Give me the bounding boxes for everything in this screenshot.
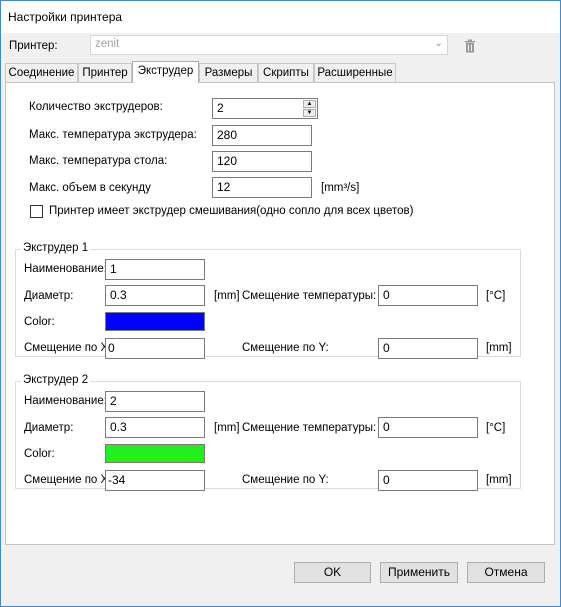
- apply-button[interactable]: Применить: [380, 562, 458, 583]
- tab-connection[interactable]: Соединение: [5, 63, 78, 82]
- tab-advanced[interactable]: Расширенные: [314, 63, 396, 82]
- extruder-2-temp-offset-label: Смещение температуры:: [242, 422, 377, 434]
- extruder-tab-panel: Количество экструдеров: 2 ▲ ▼ Макс. темп…: [5, 82, 555, 545]
- extruder-1-temp-unit: [°C]: [486, 290, 506, 302]
- extruder-1-name-label: Наименование:: [24, 263, 107, 275]
- extruder-2-name-input[interactable]: 2: [105, 391, 205, 412]
- tab-printer[interactable]: Принтер: [78, 63, 132, 82]
- extruder-2-offset-unit: [mm]: [486, 474, 512, 486]
- trash-icon[interactable]: [463, 39, 477, 53]
- spin-up-button[interactable]: ▲: [303, 100, 316, 108]
- printer-select[interactable]: zenit ⌄: [90, 35, 448, 55]
- max-volume-unit: [mm³/s]: [321, 182, 360, 194]
- tab-extruder[interactable]: Экструдер: [132, 61, 199, 83]
- mixing-extruder-checkbox[interactable]: [30, 205, 43, 218]
- extruder-1-group: Экструдер 1 Наименование: 1 Диаметр: 0.3…: [15, 242, 521, 359]
- extruder-2-offset-x-input[interactable]: -34: [105, 470, 205, 491]
- extruder-1-temp-offset-input[interactable]: 0: [378, 285, 478, 306]
- max-bed-temp-label: Макс. температура стола:: [29, 155, 168, 167]
- extruder-1-color-swatch[interactable]: [105, 312, 205, 331]
- spin-down-button[interactable]: ▼: [303, 109, 316, 117]
- tab-dimensions[interactable]: Размеры: [199, 63, 258, 82]
- extruder-1-diameter-unit: [mm]: [214, 290, 240, 302]
- extruder-1-offset-y-label: Смещение по Y:: [242, 342, 329, 354]
- extruder-count-value: 2: [217, 101, 224, 115]
- extruder-2-offset-x-label: Смещение по X:: [24, 474, 112, 486]
- max-bed-temp-input[interactable]: 120: [212, 151, 312, 172]
- chevron-down-icon[interactable]: ⌄: [435, 38, 443, 49]
- extruder-1-offset-y-input[interactable]: 0: [378, 338, 478, 359]
- window-title: Настройки принтера: [8, 10, 123, 24]
- extruder-2-name-label: Наименование:: [24, 395, 107, 407]
- extruder-2-color-swatch[interactable]: [105, 444, 205, 463]
- max-volume-input[interactable]: 12: [212, 177, 312, 198]
- extruder-count-stepper[interactable]: 2 ▲ ▼: [212, 98, 318, 119]
- extruder-2-group: Экструдер 2 Наименование: 2 Диаметр: 0.3…: [15, 374, 521, 491]
- extruder-2-diameter-unit: [mm]: [214, 422, 240, 434]
- ok-button[interactable]: OK: [294, 562, 371, 583]
- extruder-2-offset-y-label: Смещение по Y:: [242, 474, 329, 486]
- max-extruder-temp-label: Макс. температура экструдера:: [29, 129, 197, 141]
- printer-select-value: zenit: [95, 38, 120, 50]
- extruder-1-offset-unit: [mm]: [486, 342, 512, 354]
- cancel-button[interactable]: Отмена: [467, 562, 545, 583]
- tab-scripts[interactable]: Скрипты: [258, 63, 314, 82]
- max-extruder-temp-input[interactable]: 280: [212, 125, 312, 146]
- extruder-2-offset-y-input[interactable]: 0: [378, 470, 478, 491]
- spinner: ▲ ▼: [303, 100, 316, 117]
- mixing-extruder-label[interactable]: Принтер имеет экструдер смешивания(одно …: [49, 205, 414, 217]
- extruder-count-label: Количество экструдеров:: [29, 101, 163, 113]
- extruder-2-diameter-label: Диаметр:: [24, 422, 74, 434]
- extruder-1-color-label: Color:: [24, 316, 55, 328]
- extruder-1-temp-offset-label: Смещение температуры:: [242, 290, 377, 302]
- extruder-2-temp-unit: [°C]: [486, 422, 506, 434]
- extruder-2-title: Экструдер 2: [21, 374, 91, 386]
- extruder-2-diameter-input[interactable]: 0.3: [105, 417, 205, 438]
- extruder-1-diameter-label: Диаметр:: [24, 290, 74, 302]
- extruder-1-offset-x-input[interactable]: 0: [105, 338, 205, 359]
- title-bar: Настройки принтера: [1, 1, 560, 33]
- extruder-1-name-input[interactable]: 1: [105, 259, 205, 280]
- extruder-2-temp-offset-input[interactable]: 0: [378, 417, 478, 438]
- printer-label: Принтер:: [9, 40, 58, 52]
- extruder-1-title: Экструдер 1: [21, 242, 91, 254]
- extruder-1-diameter-input[interactable]: 0.3: [105, 285, 205, 306]
- printer-settings-window: Настройки принтера Принтер: zenit ⌄ Соед…: [0, 0, 561, 607]
- max-volume-label: Макс. объем в секунду: [29, 182, 151, 194]
- extruder-2-color-label: Color:: [24, 448, 55, 460]
- extruder-1-offset-x-label: Смещение по X:: [24, 342, 112, 354]
